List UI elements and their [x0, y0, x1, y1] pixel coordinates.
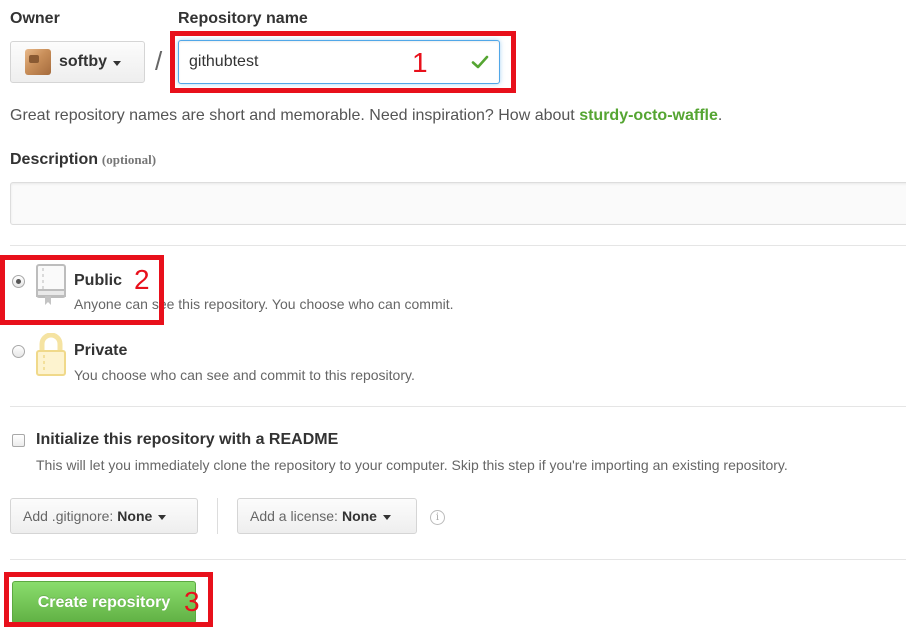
description-label-text: Description [10, 151, 99, 168]
repo-name-label: Repository name [178, 10, 308, 27]
caret-down-icon [382, 514, 391, 520]
owner-dropdown-button[interactable]: softby [10, 41, 145, 83]
divider [10, 245, 906, 246]
avatar [25, 49, 51, 75]
owner-name: softby [59, 53, 107, 70]
gitignore-select[interactable]: Add .gitignore: None [10, 498, 198, 534]
annotation-number-1: 1 [412, 47, 428, 78]
description-input[interactable] [10, 182, 906, 225]
gitignore-value: None [117, 508, 153, 524]
license-select[interactable]: Add a license: None [237, 498, 417, 534]
annotation-number-3: 3 [184, 586, 200, 617]
hint-end: . [717, 107, 723, 124]
license-value: None [341, 508, 377, 524]
select-divider [217, 498, 218, 534]
private-title: Private [74, 342, 128, 359]
description-label: Description (optional) [10, 151, 156, 169]
owner-repo-separator: / [155, 46, 163, 76]
annotation-box-1 [170, 31, 516, 93]
lock-icon [36, 333, 66, 376]
divider [10, 559, 906, 560]
annotation-number-2: 2 [134, 264, 150, 295]
caret-down-icon [113, 60, 121, 66]
private-desc: You choose who can see and commit to thi… [74, 367, 415, 383]
readme-label[interactable]: Initialize this repository with a README [36, 431, 338, 449]
caret-down-icon [158, 514, 167, 520]
owner-label: Owner [10, 10, 60, 27]
repo-name-hint: Great repository names are short and mem… [10, 107, 722, 125]
readme-checkbox[interactable] [12, 434, 25, 447]
hint-text: Great repository names are short and mem… [10, 107, 580, 124]
readme-desc: This will let you immediately clone the … [36, 457, 788, 473]
name-suggestion-link[interactable]: sturdy-octo-waffle [579, 107, 718, 124]
gitignore-prefix: Add .gitignore: [23, 508, 114, 524]
private-radio[interactable] [12, 345, 25, 358]
annotation-box-3 [4, 572, 213, 627]
license-prefix: Add a license: [250, 508, 338, 524]
info-icon[interactable]: i [430, 510, 445, 525]
divider [10, 406, 906, 407]
optional-tag: (optional) [101, 152, 157, 167]
